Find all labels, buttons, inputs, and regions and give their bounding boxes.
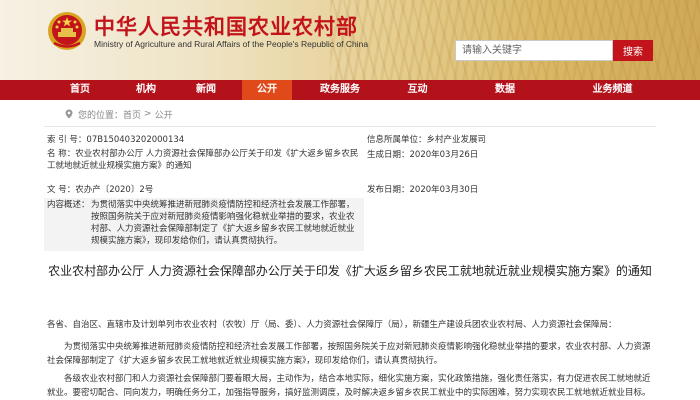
meta-category-label: 信息所属单位：	[367, 135, 427, 145]
nav-item-public[interactable]: 公开	[242, 80, 292, 100]
breadcrumb-separator: >	[144, 109, 152, 119]
article-paragraph: 各级农业农村部门和人力资源社会保障部门要着眼大局，主动作为，结合本地实际，细化实…	[47, 374, 651, 398]
nav-item-interaction[interactable]: 互动	[380, 80, 455, 100]
meta-category-value: 乡村产业发展司	[426, 135, 487, 145]
location-icon	[65, 109, 73, 119]
article-title: 农业农村部办公厅 人力资源社会保障部办公厅关于印发《扩大返乡留乡农民工就地就近就…	[48, 264, 652, 278]
nav-item-home[interactable]: 首页	[44, 80, 116, 100]
nav-item-news[interactable]: 新闻	[176, 80, 236, 100]
meta-index-label: 索 引 号：	[47, 135, 87, 145]
meta-doc-no-value: 农办产〔2020〕2号	[75, 185, 154, 195]
nav-item-data[interactable]: 数据	[470, 80, 540, 100]
nav-item-services[interactable]: 政务服务	[305, 80, 375, 100]
meta-index: 索 引 号：07B150403202000134	[47, 134, 184, 146]
meta-abstract-label: 内容概述：	[47, 200, 90, 210]
site-subtitle: Ministry of Agriculture and Rural Affair…	[94, 39, 369, 49]
meta-gen-date: 生成日期：2020年03月26日	[367, 149, 478, 161]
nav-item-channels[interactable]: 业务频道	[575, 80, 650, 100]
meta-name: 名 称：农业农村部办公厅 人力资源社会保障部办公厅关于印发《扩大返乡留乡农民工就…	[47, 148, 362, 172]
breadcrumb: 您的位置： 首页 > 公开	[64, 107, 173, 121]
meta-category: 信息所属单位：乡村产业发展司	[367, 134, 486, 146]
meta-pub-date: 发布日期：2020年03月30日	[367, 184, 478, 196]
meta-doc-no-label: 文 号：	[47, 185, 76, 195]
meta-gen-date-label: 生成日期：	[367, 150, 410, 160]
site-title[interactable]: 中华人民共和国农业农村部	[94, 11, 358, 41]
breadcrumb-label: 您的位置：	[78, 110, 124, 121]
meta-name-label: 名 称：	[47, 149, 76, 159]
breadcrumb-home-link[interactable]: 首页	[123, 108, 141, 121]
main-nav: 首页 机构 新闻 公开 政务服务 互动 数据 业务频道	[0, 80, 700, 100]
breadcrumb-current[interactable]: 公开	[155, 108, 173, 121]
search-input[interactable]	[455, 40, 613, 61]
meta-name-value: 农业农村部办公厅 人力资源社会保障部办公厅关于印发《扩大返乡留乡农民工就地就近就…	[47, 149, 359, 171]
meta-pub-date-label: 发布日期：	[367, 185, 410, 195]
search-button[interactable]: 搜索	[613, 40, 653, 61]
national-emblem-icon[interactable]	[46, 10, 88, 52]
divider	[44, 126, 656, 127]
meta-gen-date-value: 2020年03月26日	[409, 150, 479, 160]
site-header: 中华人民共和国农业农村部 Ministry of Agriculture and…	[0, 0, 700, 80]
meta-abstract-value: 为贯彻落实中央统筹推进新冠肺炎疫情防控和经济社会发展工作部署，按照国务院关于应对…	[91, 200, 355, 246]
nav-item-institutions[interactable]: 机构	[116, 80, 176, 100]
article-addressee: 各省、自治区、直辖市及计划单列市农业农村（农牧）厅（局、委）、人力资源社会保障厅…	[47, 320, 617, 330]
article-paragraph: 为贯彻落实中央统筹推进新冠肺炎疫情防控和经济社会发展工作部署，按照国务院关于应对…	[47, 342, 651, 366]
meta-doc-no: 文 号：农办产〔2020〕2号	[47, 184, 153, 196]
meta-pub-date-value: 2020年03月30日	[409, 185, 479, 195]
meta-index-value: 07B150403202000134	[86, 135, 185, 145]
